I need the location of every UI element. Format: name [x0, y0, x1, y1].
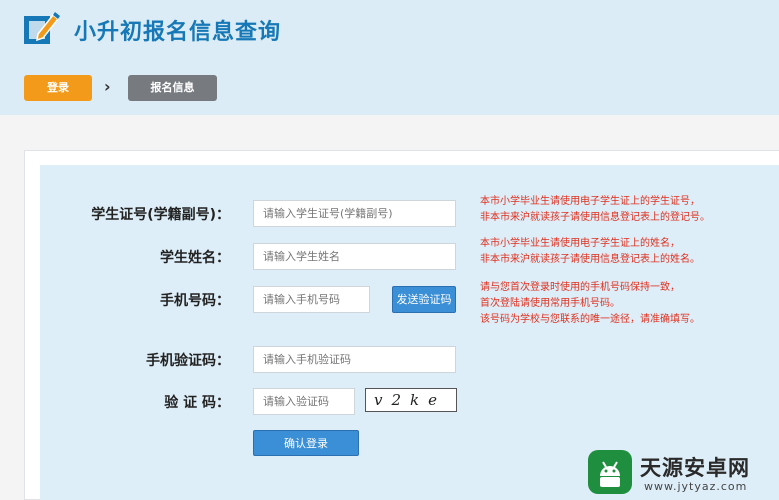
note-line: 该号码为学校与您联系的唯一途径，请准确填写。 [480, 314, 700, 325]
chevron-right-icon: › [104, 77, 111, 96]
student-id-note: 本市小学毕业生请使用电子学生证上的学生证号， 非本市来沪就读孩子请使用信息登记表… [480, 194, 710, 226]
watermark-text: 天源安卓网 [640, 456, 750, 480]
header: 小升初报名信息查询 [0, 0, 779, 115]
android-icon [600, 461, 620, 487]
phone-input[interactable] [253, 286, 370, 313]
step-login-button[interactable]: 登录 [24, 75, 92, 101]
note-line: 请与您首次登录时使用的手机号码保持一致， [480, 282, 680, 293]
student-name-label: 学生姓名： [160, 250, 230, 266]
note-line: 首次登陆请使用常用手机号码。 [480, 298, 620, 309]
phone-note: 请与您首次登录时使用的手机号码保持一致， 首次登陆请使用常用手机号码。 该号码为… [480, 280, 700, 328]
phone-label: 手机号码： [160, 293, 230, 309]
sms-code-input[interactable] [253, 346, 456, 373]
note-line: 非本市来沪就读孩子请使用信息登记表上的姓名。 [480, 254, 700, 265]
edit-document-icon [24, 12, 60, 44]
watermark-logo-icon [588, 450, 632, 494]
send-code-button[interactable]: 发送验证码 [392, 286, 456, 313]
watermark-url: www.jytyaz.com [644, 480, 748, 493]
note-line: 非本市来沪就读孩子请使用信息登记表上的登记号。 [480, 212, 710, 223]
sms-code-label: 手机验证码： [146, 353, 230, 369]
step-registration-info-button[interactable]: 报名信息 [128, 75, 217, 101]
watermark: 天源安卓网 www.jytyaz.com [584, 448, 779, 500]
confirm-login-button[interactable]: 确认登录 [253, 430, 359, 456]
student-name-input[interactable] [253, 243, 456, 270]
captcha-image[interactable]: v2ke [365, 388, 457, 412]
student-name-note: 本市小学毕业生请使用电子学生证上的姓名， 非本市来沪就读孩子请使用信息登记表上的… [480, 236, 700, 268]
captcha-input[interactable] [253, 388, 355, 415]
captcha-label: 验 证 码： [164, 395, 230, 411]
student-id-input[interactable] [253, 200, 456, 227]
page-title: 小升初报名信息查询 [74, 20, 282, 45]
student-id-label: 学生证号(学籍副号)： [91, 207, 230, 223]
note-line: 本市小学毕业生请使用电子学生证上的学生证号， [480, 196, 700, 207]
note-line: 本市小学毕业生请使用电子学生证上的姓名， [480, 238, 680, 249]
